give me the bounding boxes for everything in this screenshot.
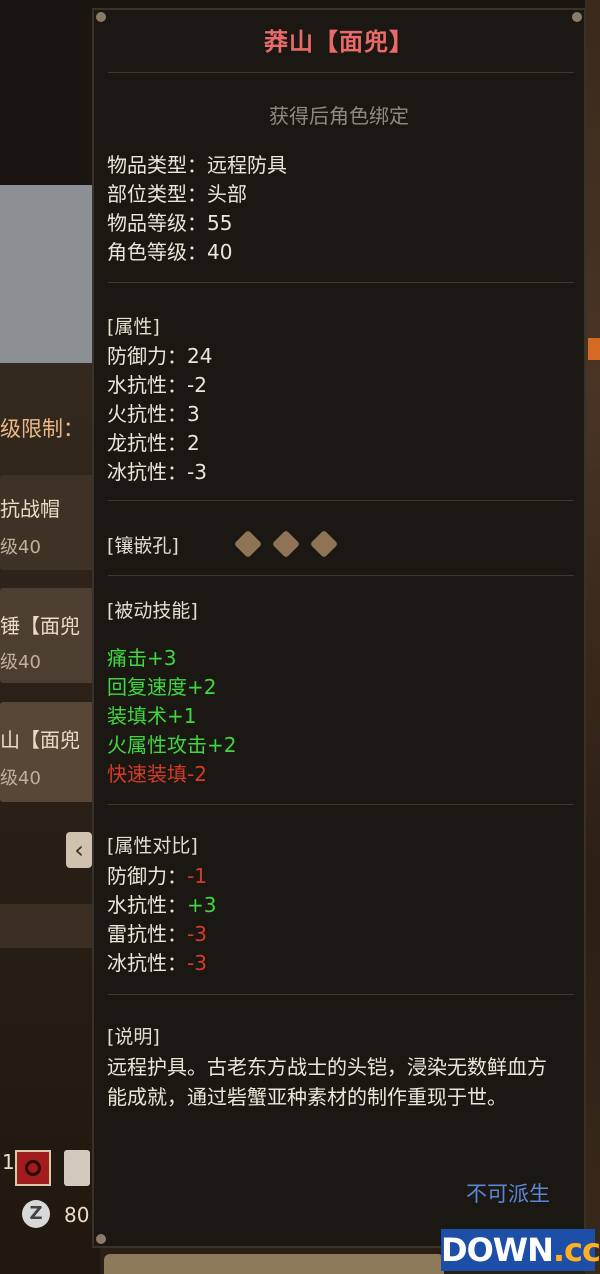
attribute-row: 冰抗性：-3 bbox=[107, 460, 207, 484]
sockets-header: [镶嵌孔] bbox=[107, 535, 179, 557]
compare-row: 冰抗性：-3 bbox=[107, 951, 207, 975]
equipment-list-item[interactable]: 山【面兜 级40 bbox=[0, 702, 95, 802]
description-text: 远程护具。古老东方战士的头铠，浸染无数鲜血方能成就，通过砦蟹亚种素材的制作重现于… bbox=[107, 1055, 547, 1109]
divider bbox=[108, 500, 574, 501]
list-item-level: 级40 bbox=[0, 768, 41, 789]
socket-slot-icon bbox=[233, 529, 263, 559]
character-level-row: 角色等级：40 bbox=[107, 240, 233, 264]
level-limit-label: 级限制： bbox=[0, 417, 84, 441]
bind-note: 获得后角色绑定 bbox=[269, 104, 409, 128]
rivet-icon bbox=[96, 1234, 106, 1244]
list-item-level: 级40 bbox=[0, 537, 41, 558]
item-title: 莽山【面兜】 bbox=[264, 28, 414, 56]
divider bbox=[108, 282, 574, 283]
divider bbox=[108, 72, 574, 73]
passive-skill-row: 装填术+1 bbox=[107, 704, 197, 728]
background-right-edge bbox=[585, 0, 600, 1274]
rivet-icon bbox=[96, 12, 106, 22]
background-bottom-tab bbox=[104, 1254, 444, 1274]
compare-row: 雷抗性：-3 bbox=[107, 922, 207, 946]
divider bbox=[108, 804, 574, 805]
compare-row: 防御力：-1 bbox=[107, 864, 207, 888]
background-orange-tab bbox=[588, 338, 600, 360]
passive-skill-row: 回复速度+2 bbox=[107, 675, 217, 699]
background-bar bbox=[0, 904, 92, 948]
item-tooltip: 莽山【面兜】 获得后角色绑定 物品类型：远程防具 部位类型：头部 物品等级：55… bbox=[92, 8, 586, 1248]
target-icon[interactable] bbox=[15, 1150, 51, 1186]
equipment-list-item[interactable]: 抗战帽 级40 bbox=[0, 475, 95, 570]
attribute-row: 火抗性：3 bbox=[107, 402, 200, 426]
item-level-row: 物品等级：55 bbox=[107, 211, 233, 235]
item-type-row: 物品类型：远程防具 bbox=[107, 153, 287, 177]
slot-type-row: 部位类型：头部 bbox=[107, 182, 247, 206]
divider bbox=[108, 994, 574, 995]
compare-header: [属性对比] bbox=[107, 835, 198, 857]
derive-status: 不可派生 bbox=[466, 1182, 550, 1206]
rivet-icon bbox=[572, 12, 582, 22]
compare-row: 水抗性：+3 bbox=[107, 893, 217, 917]
attribute-row: 防御力：24 bbox=[107, 344, 213, 368]
zenny-coin-icon: Z bbox=[22, 1200, 50, 1228]
list-item-name: 抗战帽 bbox=[0, 497, 60, 521]
passive-skill-row: 火属性攻击+2 bbox=[107, 733, 237, 757]
passive-skills-header: [被动技能] bbox=[107, 600, 198, 622]
watermark-logo: DOWN.cc bbox=[441, 1229, 600, 1271]
attribute-row: 水抗性：-2 bbox=[107, 373, 207, 397]
equipment-list-item[interactable]: 锤【面兜 级40 bbox=[0, 588, 95, 683]
list-item-level: 级40 bbox=[0, 652, 41, 673]
attribute-row: 龙抗性：2 bbox=[107, 431, 200, 455]
divider bbox=[108, 575, 574, 576]
list-item-name: 锤【面兜 bbox=[0, 614, 80, 638]
chevron-left-icon[interactable]: ‹ bbox=[66, 832, 92, 868]
socket-slot-icon bbox=[271, 529, 301, 559]
passive-skill-row: 快速装填-2 bbox=[107, 762, 207, 786]
attributes-header: [属性] bbox=[107, 316, 160, 338]
passive-skill-row: 痛击+3 bbox=[107, 646, 177, 670]
background-preview-window bbox=[0, 185, 92, 363]
socket-slot-icon bbox=[309, 529, 339, 559]
zenny-amount: 80 bbox=[64, 1203, 90, 1227]
list-item-name: 山【面兜 bbox=[0, 728, 80, 752]
description-header: [说明] bbox=[107, 1026, 160, 1048]
background-number: 1 bbox=[2, 1150, 15, 1174]
minus-button[interactable] bbox=[64, 1150, 90, 1186]
